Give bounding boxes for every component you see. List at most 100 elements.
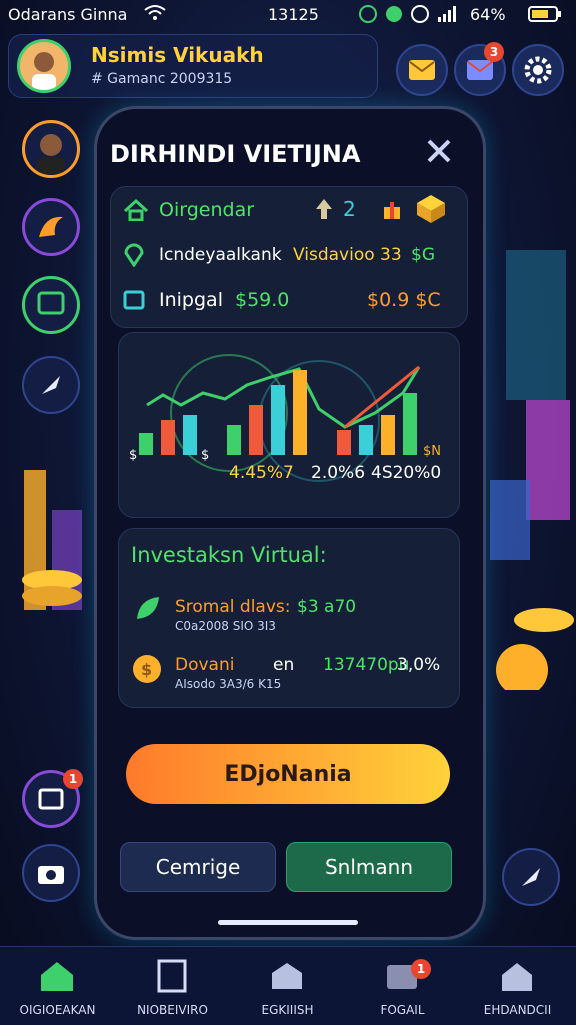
rocket-button[interactable]	[22, 356, 80, 414]
home-indicator	[218, 920, 358, 925]
location-icon	[123, 243, 145, 271]
home-icon	[502, 963, 532, 991]
alarm-icon	[410, 4, 430, 28]
chart-bar	[161, 420, 175, 455]
investments-title: Investaksn Virtual:	[131, 543, 327, 567]
shop-icon	[272, 963, 302, 989]
clock-icon	[384, 4, 404, 28]
settings-button[interactable]	[512, 44, 564, 96]
user-avatar[interactable]	[17, 39, 71, 93]
signal-icon	[438, 6, 458, 26]
investment-2-sub: AIsodo 3A3/6 K15	[175, 677, 282, 691]
row1-label: Oirgendar	[159, 199, 255, 221]
investment-2-mid: en	[273, 655, 295, 675]
chart-bar	[293, 370, 307, 455]
nav-badge: 1	[411, 959, 431, 979]
row3-label: Inipgal	[159, 289, 223, 311]
mail-button[interactable]	[396, 44, 448, 96]
friend-avatar[interactable]	[22, 120, 80, 178]
carrier-label: Odarans Ginna	[8, 5, 128, 24]
dialog-title: DIRHINDI VIETIJNA	[110, 140, 361, 168]
chart-bar	[359, 425, 373, 455]
wallet-icon	[123, 289, 145, 315]
chart-stat-2: 2.0%6	[311, 463, 366, 483]
nav-label: EGKIIISH	[261, 1003, 314, 1017]
investments-card: Investaksn Virtual: Sromal dlavs: $3 a70…	[118, 528, 460, 708]
row1-up-value: 2	[343, 197, 356, 221]
launch-button[interactable]	[502, 848, 560, 906]
home-icon	[41, 962, 73, 991]
nav-item-goal[interactable]: 1 FOGAIL	[345, 947, 460, 1025]
nav-item-wallet[interactable]: NIOBEIVIRO	[115, 947, 230, 1025]
gift-icon	[381, 199, 403, 225]
time-label: 13125	[268, 5, 319, 24]
city-decoration-left	[0, 440, 90, 660]
envelope-icon	[467, 60, 493, 80]
chart-bar	[271, 385, 285, 455]
row2-value: Visdavioo 33	[293, 245, 402, 265]
nav-label: FOGAIL	[380, 1003, 425, 1017]
cube-icon[interactable]	[415, 193, 447, 229]
rocket-icon	[522, 868, 540, 886]
nav-label: OIGIOEAKAN	[19, 1003, 96, 1017]
chart-stat-1: 4.45%7	[229, 463, 294, 483]
chart-bar	[227, 425, 241, 455]
nav-label: EHDANDCII	[483, 1003, 552, 1017]
gear-icon	[524, 56, 552, 84]
chat-icon	[37, 291, 65, 315]
wallet-icon	[157, 959, 187, 993]
message-icon	[38, 788, 64, 810]
confirm-button[interactable]: Snlmann	[286, 842, 452, 892]
camera-button[interactable]	[22, 844, 80, 902]
rocket-icon	[42, 376, 60, 394]
row3-value2: $0.9 $C	[367, 289, 441, 311]
nav-label: NIOBEIVIRO	[137, 1003, 208, 1017]
chart-bar	[139, 433, 153, 455]
axis-label-mid: $	[201, 448, 209, 463]
city-decoration-right	[484, 230, 576, 696]
change-button[interactable]: Cemrige	[120, 842, 276, 892]
investment-1-name: Sromal dlavs:	[175, 597, 291, 617]
notification-badge: 3	[484, 42, 504, 62]
bottom-nav: OIGIOEAKAN NIOBEIVIRO EGKIIISH 1 FOGAIL …	[0, 946, 576, 1025]
summary-card: Oirgendar 2 Icndeyaalkank Visdavioo 33 $…	[110, 186, 468, 328]
wing-icon	[39, 216, 63, 237]
up-arrow-icon	[315, 197, 333, 225]
row2-label: Icndeyaalkank	[159, 245, 282, 265]
close-icon	[427, 139, 451, 163]
notifications-button[interactable]: 3	[454, 42, 506, 96]
svg-text:$: $	[141, 660, 152, 679]
user-name: Nsimis Vikuakh	[91, 43, 264, 67]
user-subtitle: # Gamanc 2009315	[91, 71, 233, 87]
chat-button[interactable]	[22, 276, 80, 334]
chart-stat-3: 4S20%0	[371, 463, 442, 483]
rewards-button[interactable]	[22, 198, 80, 256]
sync-icon	[358, 4, 378, 28]
camera-icon	[38, 866, 64, 884]
nav-item-shop[interactable]: EGKIIISH	[230, 947, 345, 1025]
close-button[interactable]	[424, 136, 454, 166]
investment-1-sub: C0a2008 SIO 3I3	[175, 619, 276, 633]
status-bar: Odarans Ginna 13125 64%	[0, 0, 576, 30]
messages-badge: 1	[63, 769, 83, 789]
profile-header[interactable]: Nsimis Vikuakh # Gamanc 2009315	[8, 34, 378, 98]
mail-icon	[409, 60, 435, 80]
row3-value: $59.0	[235, 289, 290, 311]
main-action-button[interactable]: EDjoNania	[126, 744, 450, 804]
axis-label-left: $	[129, 448, 137, 463]
nav-item-home[interactable]: OIGIOEAKAN	[0, 947, 115, 1025]
row2-value2: $G	[411, 245, 435, 265]
chart-bar	[183, 415, 197, 455]
chart-bar	[381, 415, 395, 455]
battery-icon	[528, 6, 562, 26]
leaf-icon	[133, 593, 163, 627]
investment-2-name: Dovani	[175, 655, 235, 675]
chart-bar	[403, 393, 417, 455]
nav-item-end[interactable]: EHDANDCII	[460, 947, 575, 1025]
chart-bar	[249, 405, 263, 455]
messages-button[interactable]: 1	[22, 769, 83, 828]
investment-2-value2: 3,0%	[397, 655, 441, 675]
coin-icon: $	[131, 653, 163, 689]
performance-chart: $ $ $N	[129, 354, 441, 482]
axis-label-right: $N	[423, 444, 441, 459]
